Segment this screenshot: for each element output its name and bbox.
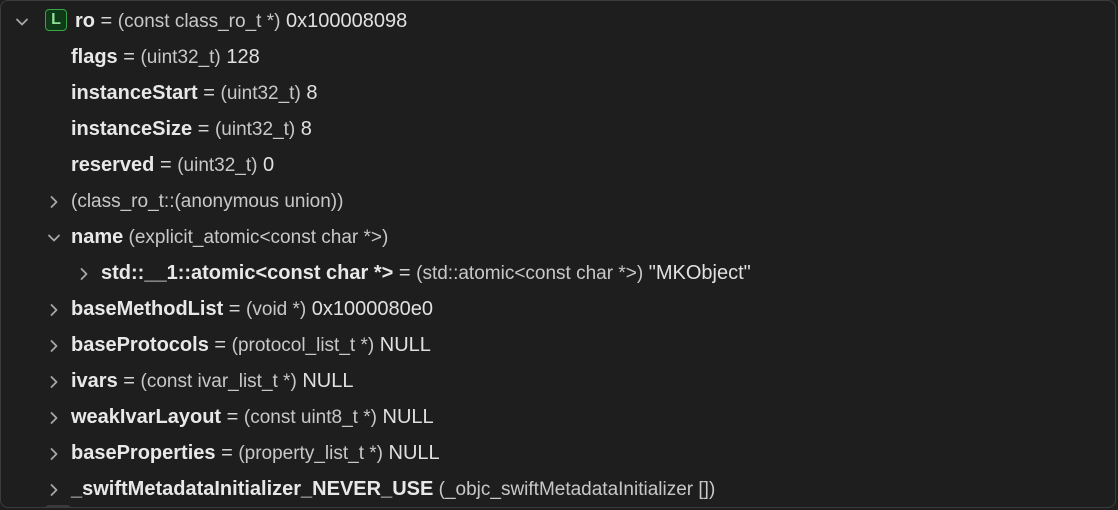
tree-row-name[interactable]: name (explicit_atomic<const char *>) <box>1 219 1115 255</box>
tree-row-std-atomic[interactable]: std::__1::atomic<const char *> = (std::a… <box>1 255 1115 291</box>
variable-type: (const ivar_list_t *) <box>140 371 297 392</box>
variable-type: (uint32_t) <box>177 155 258 176</box>
variable-name: reserved <box>71 154 155 176</box>
variable-type: (_objc_swiftMetadataInitializer []) <box>433 479 716 500</box>
tree-row-ivars[interactable]: ivars = (const ivar_list_t *) NULL <box>1 363 1115 399</box>
variable-name: baseProperties <box>71 442 216 464</box>
tree-row-baseProtocols[interactable]: baseProtocols = (protocol_list_t *) NULL <box>1 327 1115 363</box>
tree-row-instanceSize[interactable]: instanceSize = (uint32_t) 8 <box>1 111 1115 147</box>
variable-value: NULL <box>382 442 440 464</box>
chevron-right-icon[interactable] <box>45 327 63 363</box>
partial-next-row-indicator <box>45 505 71 507</box>
variable-type: (uint32_t) <box>220 83 301 104</box>
variable-name: ivars <box>71 370 118 392</box>
chevron-down-icon[interactable] <box>13 3 31 39</box>
variable-type: (uint32_t) <box>140 47 221 68</box>
equals-sign: = <box>197 82 221 104</box>
tree-row-ro[interactable]: Lro = (const class_ro_t *) 0x100008098 <box>1 3 1115 39</box>
equals-sign: = <box>393 262 417 284</box>
tree-row-swiftMetadataInitializer[interactable]: _swiftMetadataInitializer_NEVER_USE (_ob… <box>1 471 1115 507</box>
variable-value: NULL <box>376 406 434 428</box>
variable-name: weakIvarLayout <box>71 406 222 428</box>
variable-type: (class_ro_t::(anonymous union)) <box>71 191 344 212</box>
tree-row-weakIvarLayout[interactable]: weakIvarLayout = (const uint8_t *) NULL <box>1 399 1115 435</box>
variable-value: NULL <box>374 334 431 356</box>
chevron-right-icon[interactable] <box>45 363 63 399</box>
variable-name: name <box>71 226 124 248</box>
tree-row-baseProperties[interactable]: baseProperties = (property_list_t *) NUL… <box>1 435 1115 471</box>
variable-type: (explicit_atomic<const char *>) <box>123 227 389 248</box>
variables-tree: Lro = (const class_ro_t *) 0x100008098 f… <box>1 3 1115 507</box>
equals-sign: = <box>221 406 244 428</box>
equals-sign: = <box>117 370 141 392</box>
equals-sign: = <box>117 46 141 68</box>
variable-type: (const class_ro_t *) <box>117 11 281 32</box>
chevron-right-icon[interactable] <box>45 291 63 327</box>
variable-value: 0 <box>257 154 275 176</box>
variable-type: (std::atomic<const char *>) <box>416 263 644 284</box>
tree-row-instanceStart[interactable]: instanceStart = (uint32_t) 8 <box>1 75 1115 111</box>
equals-sign: = <box>223 298 247 320</box>
equals-sign: = <box>192 118 215 140</box>
tree-row-anonymous-union[interactable]: (class_ro_t::(anonymous union)) <box>1 183 1115 219</box>
tree-row-baseMethodList[interactable]: baseMethodList = (void *) 0x1000080e0 <box>1 291 1115 327</box>
chevron-right-icon[interactable] <box>45 435 63 471</box>
variable-value: 0x100008098 <box>280 10 408 32</box>
variable-name: ro <box>75 10 95 32</box>
variable-name: _swiftMetadataInitializer_NEVER_USE <box>71 478 434 500</box>
variable-name: std::__1::atomic<const char *> <box>101 262 394 284</box>
variable-value: "MKObject" <box>643 262 751 284</box>
tree-row-reserved[interactable]: reserved = (uint32_t) 0 <box>1 147 1115 183</box>
equals-sign: = <box>95 10 118 32</box>
equals-sign: = <box>154 154 178 176</box>
variable-name: baseProtocols <box>71 334 209 356</box>
equals-sign: = <box>208 334 232 356</box>
variable-name: baseMethodList <box>71 298 224 320</box>
variable-type: (protocol_list_t *) <box>231 335 375 356</box>
variable-value: 128 <box>220 46 260 68</box>
equals-sign: = <box>215 442 239 464</box>
chevron-right-icon[interactable] <box>75 255 93 291</box>
variable-type: (property_list_t *) <box>238 443 383 464</box>
variable-type: (void *) <box>246 299 307 320</box>
variable-type: (uint32_t) <box>214 119 296 140</box>
variable-value: 8 <box>295 118 312 140</box>
chevron-right-icon[interactable] <box>45 399 63 435</box>
variable-name: instanceSize <box>71 118 193 140</box>
variable-type: (const uint8_t *) <box>243 407 377 428</box>
variables-view-panel: Lro = (const class_ro_t *) 0x100008098 f… <box>0 0 1116 508</box>
variable-name: instanceStart <box>71 82 198 104</box>
chevron-right-icon[interactable] <box>45 471 63 507</box>
variable-value: 8 <box>300 82 318 104</box>
chevron-right-icon[interactable] <box>45 183 63 219</box>
variable-value: 0x1000080e0 <box>306 298 434 320</box>
variable-value: NULL <box>296 370 354 392</box>
chevron-down-icon[interactable] <box>45 219 63 255</box>
tree-row-flags[interactable]: flags = (uint32_t) 128 <box>1 39 1115 75</box>
local-variable-badge-icon: L <box>45 8 67 31</box>
variable-name: flags <box>71 46 118 68</box>
